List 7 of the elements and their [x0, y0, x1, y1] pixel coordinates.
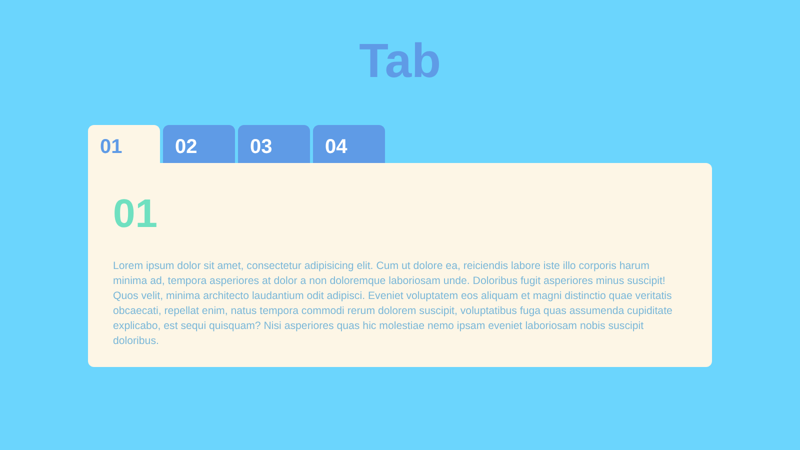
- tab[interactable]: 03: [238, 125, 310, 163]
- tab[interactable]: 04: [313, 125, 385, 163]
- tab[interactable]: 01: [88, 125, 160, 163]
- page-title: Tab: [358, 34, 442, 88]
- panel-heading: 01: [113, 191, 158, 237]
- panel-text: Lorem ipsum dolor sit amet, consectetur adipisicing elit. Cum ut dolore ea, reiciendis labore iste illo corporis harum minima ad, tempora asperiores at dolor a non doloremque laboriosam unde. Doloribus fugit asperiores minus suscipit! Quos velit, minima architecto laudantium odit adipisci. Eveniet voluptatem eos aliquam et magni distinctio quae veritatis obcaecati, repellat enim, natus tempora commodi rerum dolorem suscipit, voluptatibus fuga quas assumenda cupiditate explicabo, est sequi quisquam? Nisi asperiores quas hic molestiae nemo ipsam eveniet laboriosam nobis suscipit doloribus.: [113, 259, 674, 349]
- tab[interactable]: 02: [163, 125, 235, 163]
